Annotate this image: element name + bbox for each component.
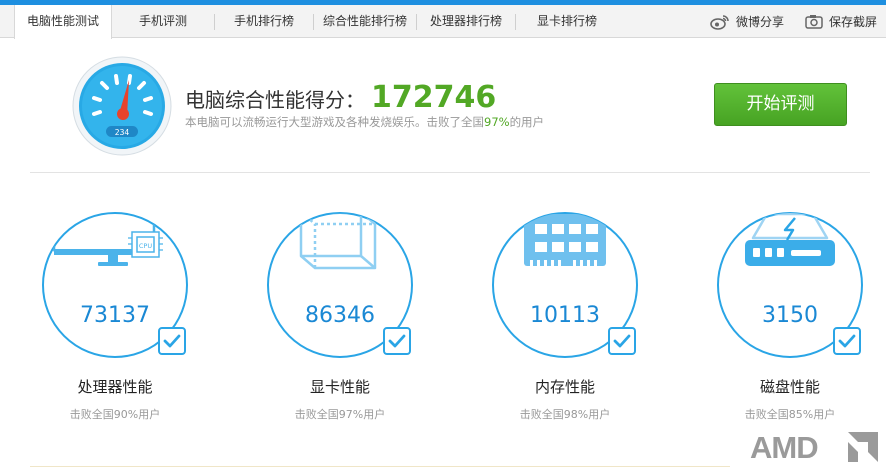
amd-logo-text: AMD (750, 430, 818, 464)
tab-gpu-ranking[interactable]: 显卡排行榜 (516, 5, 618, 38)
memory-score: 10113 (530, 303, 600, 328)
tab-pc-performance-test[interactable]: 电脑性能测试 (14, 5, 112, 39)
gpu-score: 86346 (305, 303, 375, 328)
cpu-performance-card: CPU 73137 处理器性能 击败全国90%用户 (40, 210, 190, 430)
save-screenshot-label: 保存截屏 (829, 15, 878, 29)
section-divider (30, 172, 870, 173)
memory-beat-percent: 击败全国98%用户 (519, 408, 611, 421)
score-desc-prefix: 本电脑可以流畅运行大型游戏及各种发烧娱乐。击败了全国 (185, 115, 484, 129)
weibo-icon (710, 14, 729, 30)
save-screenshot-button[interactable]: 保存截屏 (805, 5, 877, 38)
disk-performance-label: 磁盘性能 (759, 378, 820, 396)
cpu-performance-label: 处理器性能 (77, 378, 153, 396)
cpu-beat-percent: 击败全国90%用户 (69, 408, 161, 421)
cpu-chip-label: CPU (139, 242, 152, 250)
disk-performance-card: 3150 磁盘性能 击败全国85%用户 (715, 210, 865, 430)
checkmark-icon (158, 327, 186, 355)
weibo-share-label: 微博分享 (736, 15, 785, 29)
tab-cpu-ranking[interactable]: 处理器排行榜 (417, 5, 515, 38)
gauge-readout: 234 (115, 128, 130, 137)
gpu-performance-card: 86346 显卡性能 击败全国97%用户 (265, 210, 415, 430)
amd-logo: AMD (750, 430, 878, 464)
score-description: 本电脑可以流畅运行大型游戏及各种发烧娱乐。击败了全国97%的用户 (185, 114, 544, 130)
checkmark-icon (608, 327, 636, 355)
memory-performance-label: 内存性能 (534, 378, 595, 396)
bottom-border (30, 466, 730, 467)
tab-overall-ranking[interactable]: 综合性能排行榜 (314, 5, 416, 38)
gpu-performance-label: 显卡性能 (309, 378, 370, 396)
tab-bar: 电脑性能测试 手机评测 手机排行榜 综合性能排行榜 处理器排行榜 显卡排行榜 微… (0, 5, 886, 39)
score-desc-suffix: 的用户 (509, 115, 545, 129)
start-benchmark-button[interactable]: 开始评测 (714, 83, 847, 126)
score-desc-percent: 97% (484, 115, 510, 129)
tab-phone-review[interactable]: 手机评测 (112, 5, 214, 38)
checkmark-icon (383, 327, 411, 355)
gpu-beat-percent: 击败全国97%用户 (294, 408, 386, 421)
score-value: 172746 (371, 80, 497, 115)
disk-beat-percent: 击败全国85%用户 (744, 408, 836, 421)
camera-icon (805, 15, 823, 29)
speedometer-icon: 234 (72, 56, 172, 156)
memory-performance-card: 10113 内存性能 击败全国98%用户 (490, 210, 640, 430)
disk-score: 3150 (762, 303, 818, 328)
tab-phone-ranking[interactable]: 手机排行榜 (215, 5, 313, 38)
score-title: 电脑综合性能得分： (185, 88, 365, 112)
cpu-score: 73137 (80, 303, 150, 328)
checkmark-icon (833, 327, 861, 355)
score-heading: 电脑综合性能得分： 172746 (185, 80, 496, 115)
weibo-share-button[interactable]: 微博分享 (710, 5, 784, 38)
